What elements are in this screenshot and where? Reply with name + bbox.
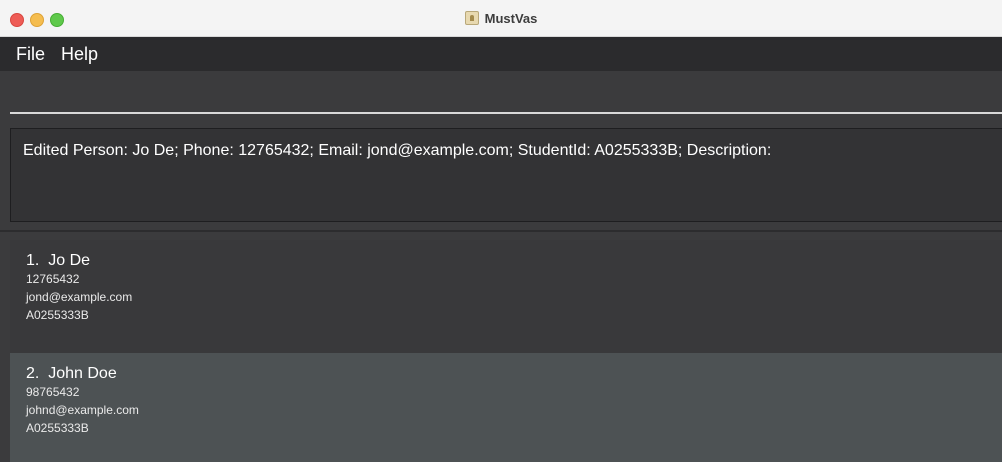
menu-bar: File Help xyxy=(0,37,1002,71)
title-group: MustVas xyxy=(0,0,1002,36)
person-student-id: A0255333B xyxy=(26,308,89,322)
person-list[interactable]: 1. Jo De 12765432 jond@example.com A0255… xyxy=(10,240,1002,462)
window-title: MustVas xyxy=(484,10,538,26)
menu-file[interactable]: File xyxy=(0,44,45,65)
app-icon xyxy=(464,11,479,25)
command-box xyxy=(0,72,1002,122)
result-display: Edited Person: Jo De; Phone: 12765432; E… xyxy=(10,128,1002,222)
person-email: jond@example.com xyxy=(26,290,133,304)
person-header: 2. John Doe xyxy=(26,365,1002,383)
person-email: johnd@example.com xyxy=(26,403,139,417)
menu-help[interactable]: Help xyxy=(41,44,98,65)
person-header: 1. Jo De xyxy=(26,252,1002,270)
person-name: Jo De xyxy=(48,252,91,269)
person-phone: 98765432 xyxy=(26,385,80,399)
person-card[interactable]: 2. John Doe 98765432 johnd@example.com A… xyxy=(10,353,1002,462)
person-student-id: A0255333B xyxy=(26,421,89,435)
person-index: 2. xyxy=(26,365,40,382)
title-bar[interactable]: MustVas xyxy=(0,0,1002,37)
command-input[interactable] xyxy=(10,80,1002,114)
person-phone: 12765432 xyxy=(26,272,80,286)
result-message: Edited Person: Jo De; Phone: 12765432; E… xyxy=(23,142,772,159)
person-card[interactable]: 1. Jo De 12765432 jond@example.com A0255… xyxy=(10,240,1002,353)
person-index: 1. xyxy=(26,252,40,269)
divider xyxy=(0,230,1002,232)
app-window: MustVas File Help Edited Person: Jo De; … xyxy=(0,0,1002,462)
person-name: John Doe xyxy=(48,365,117,382)
